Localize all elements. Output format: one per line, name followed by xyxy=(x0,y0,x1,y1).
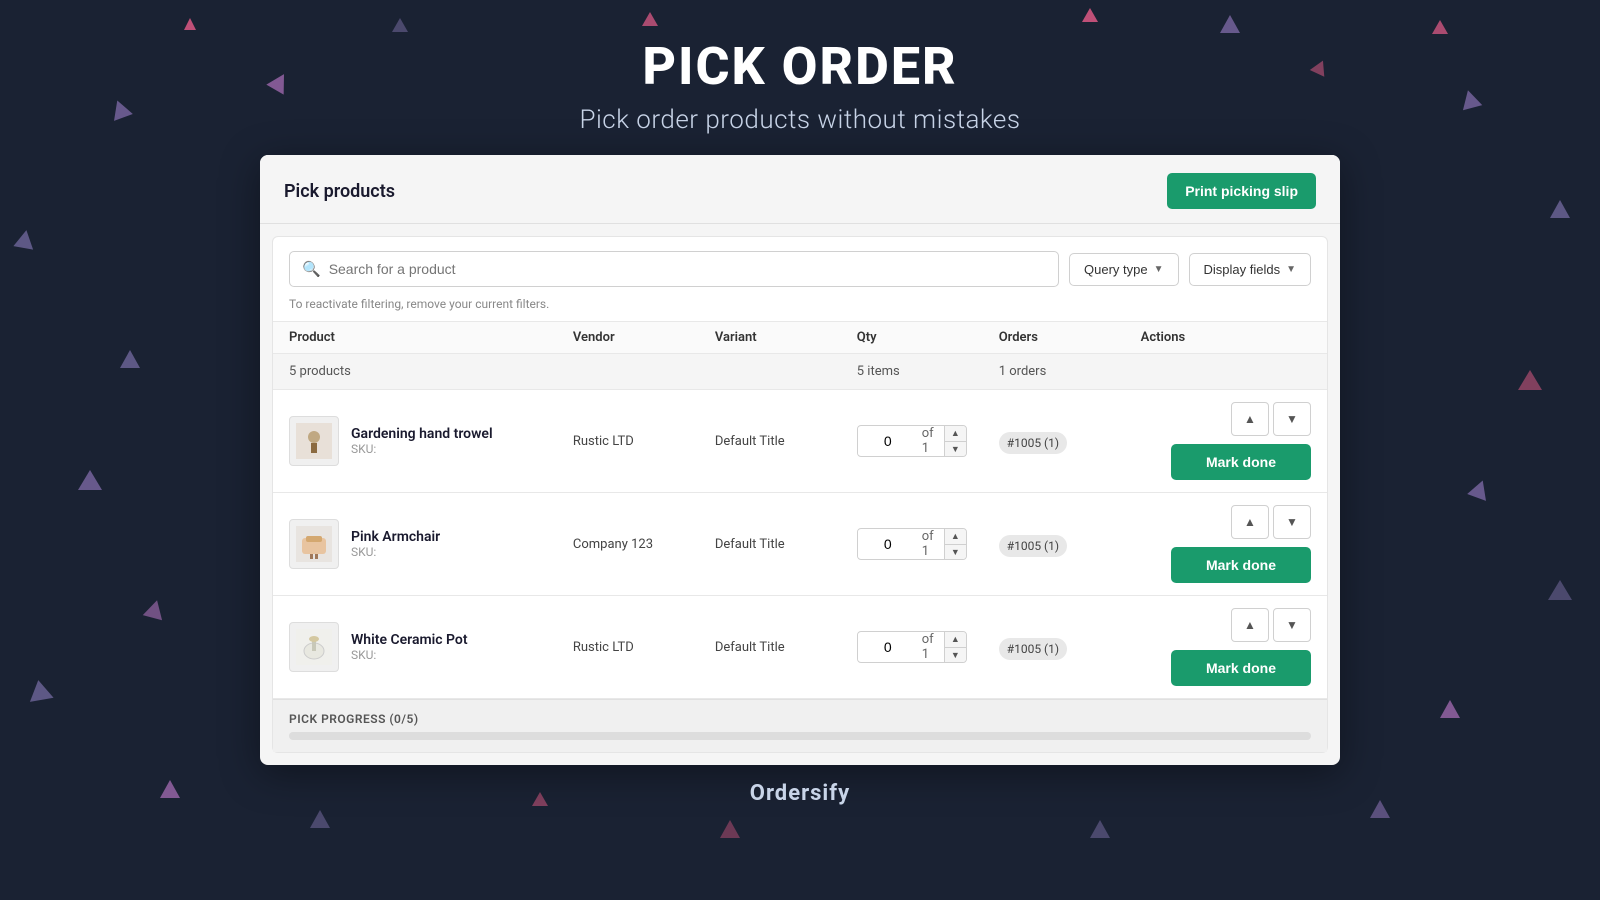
search-icon: 🔍 xyxy=(302,260,321,278)
col-product: Product xyxy=(289,330,573,345)
product-cell-1: Pink Armchair SKU: xyxy=(289,519,573,569)
qty-input-0[interactable] xyxy=(858,427,918,455)
summary-qty: 5 items xyxy=(857,364,999,379)
print-picking-slip-button[interactable]: Print picking slip xyxy=(1167,173,1316,209)
qty-up-1[interactable]: ▲ xyxy=(945,529,966,545)
order-badge-0: #1005 (1) xyxy=(999,432,1141,451)
main-card: Pick products Print picking slip 🔍 Query… xyxy=(260,155,1340,765)
page-subtitle: Pick order products without mistakes xyxy=(0,105,1600,135)
progress-track xyxy=(289,732,1311,740)
summary-orders: 1 orders xyxy=(999,364,1141,379)
progress-label: PICK PROGRESS (0/5) xyxy=(289,712,1311,726)
collapse-up-1[interactable]: ▲ xyxy=(1231,505,1269,539)
qty-up-0[interactable]: ▲ xyxy=(945,426,966,442)
display-fields-label: Display fields xyxy=(1204,262,1281,277)
collapse-up-0[interactable]: ▲ xyxy=(1231,402,1269,436)
col-orders: Orders xyxy=(999,330,1141,345)
qty-up-2[interactable]: ▲ xyxy=(945,632,966,648)
mark-done-button-0[interactable]: Mark done xyxy=(1171,444,1311,480)
variant-0: Default Title xyxy=(715,434,857,449)
query-type-dropdown[interactable]: Query type ▼ xyxy=(1069,253,1179,286)
search-row: 🔍 Query type ▼ Display fields ▼ xyxy=(273,237,1327,297)
qty-down-0[interactable]: ▼ xyxy=(945,442,966,457)
qty-input-2[interactable] xyxy=(858,633,918,661)
product-name-2: White Ceramic Pot xyxy=(351,632,468,648)
product-cell-2: White Ceramic Pot SKU: xyxy=(289,622,573,672)
col-vendor: Vendor xyxy=(573,330,715,345)
product-name-1: Pink Armchair xyxy=(351,529,440,545)
qty-down-1[interactable]: ▼ xyxy=(945,545,966,560)
qty-control-0: of 1 ▲ ▼ xyxy=(857,425,999,458)
query-type-label: Query type xyxy=(1084,262,1148,277)
mark-done-button-2[interactable]: Mark done xyxy=(1171,650,1311,686)
qty-input-1[interactable] xyxy=(858,530,918,558)
product-info-0: Gardening hand trowel SKU: xyxy=(351,426,493,456)
brand-name: Ordersify xyxy=(750,781,850,806)
vendor-0: Rustic LTD xyxy=(573,434,715,449)
card-title: Pick products xyxy=(284,181,395,202)
card-body: 🔍 Query type ▼ Display fields ▼ To react… xyxy=(272,236,1328,753)
table-row: Pink Armchair SKU: Company 123 Default T… xyxy=(273,493,1327,596)
footer: Ordersify xyxy=(0,781,1600,806)
summary-row: 5 products 5 items 1 orders xyxy=(273,354,1327,390)
query-type-chevron-icon: ▼ xyxy=(1154,264,1164,275)
filter-hint: To reactivate filtering, remove your cur… xyxy=(273,297,1327,321)
mark-done-button-1[interactable]: Mark done xyxy=(1171,547,1311,583)
product-info-2: White Ceramic Pot SKU: xyxy=(351,632,468,662)
qty-control-1: of 1 ▲ ▼ xyxy=(857,528,999,561)
display-fields-chevron-icon: ▼ xyxy=(1286,264,1296,275)
actions-cell-2: ▲ ▼ Mark done xyxy=(1141,608,1311,686)
search-input[interactable] xyxy=(329,261,1046,277)
product-sku-2: SKU: xyxy=(351,648,468,662)
col-actions: Actions xyxy=(1141,330,1311,345)
qty-control-2: of 1 ▲ ▼ xyxy=(857,631,999,664)
variant-2: Default Title xyxy=(715,640,857,655)
vendor-1: Company 123 xyxy=(573,537,715,552)
product-thumbnail-2 xyxy=(289,622,339,672)
search-box: 🔍 xyxy=(289,251,1059,287)
variant-1: Default Title xyxy=(715,537,857,552)
product-info-1: Pink Armchair SKU: xyxy=(351,529,440,559)
product-thumbnail-1 xyxy=(289,519,339,569)
product-cell-0: Gardening hand trowel SKU: xyxy=(289,416,573,466)
order-badge-1: #1005 (1) xyxy=(999,535,1141,554)
collapse-down-0[interactable]: ▼ xyxy=(1273,402,1311,436)
product-name-0: Gardening hand trowel xyxy=(351,426,493,442)
product-sku-1: SKU: xyxy=(351,545,440,559)
card-header: Pick products Print picking slip xyxy=(260,155,1340,224)
vendor-2: Rustic LTD xyxy=(573,640,715,655)
collapse-down-2[interactable]: ▼ xyxy=(1273,608,1311,642)
table-row: Gardening hand trowel SKU: Rustic LTD De… xyxy=(273,390,1327,493)
display-fields-dropdown[interactable]: Display fields ▼ xyxy=(1189,253,1312,286)
order-badge-2: #1005 (1) xyxy=(999,638,1141,657)
page-title: PICK ORDER xyxy=(0,36,1600,97)
table-header: Product Vendor Variant Qty Orders Action… xyxy=(273,321,1327,354)
product-sku-0: SKU: xyxy=(351,442,493,456)
product-thumbnail-0 xyxy=(289,416,339,466)
actions-cell-0: ▲ ▼ Mark done xyxy=(1141,402,1311,480)
collapse-down-1[interactable]: ▼ xyxy=(1273,505,1311,539)
table-row: White Ceramic Pot SKU: Rustic LTD Defaul… xyxy=(273,596,1327,699)
progress-section: PICK PROGRESS (0/5) xyxy=(273,699,1327,752)
collapse-up-2[interactable]: ▲ xyxy=(1231,608,1269,642)
summary-products: 5 products xyxy=(289,364,573,379)
col-variant: Variant xyxy=(715,330,857,345)
qty-down-2[interactable]: ▼ xyxy=(945,648,966,663)
col-qty: Qty xyxy=(857,330,999,345)
actions-cell-1: ▲ ▼ Mark done xyxy=(1141,505,1311,583)
